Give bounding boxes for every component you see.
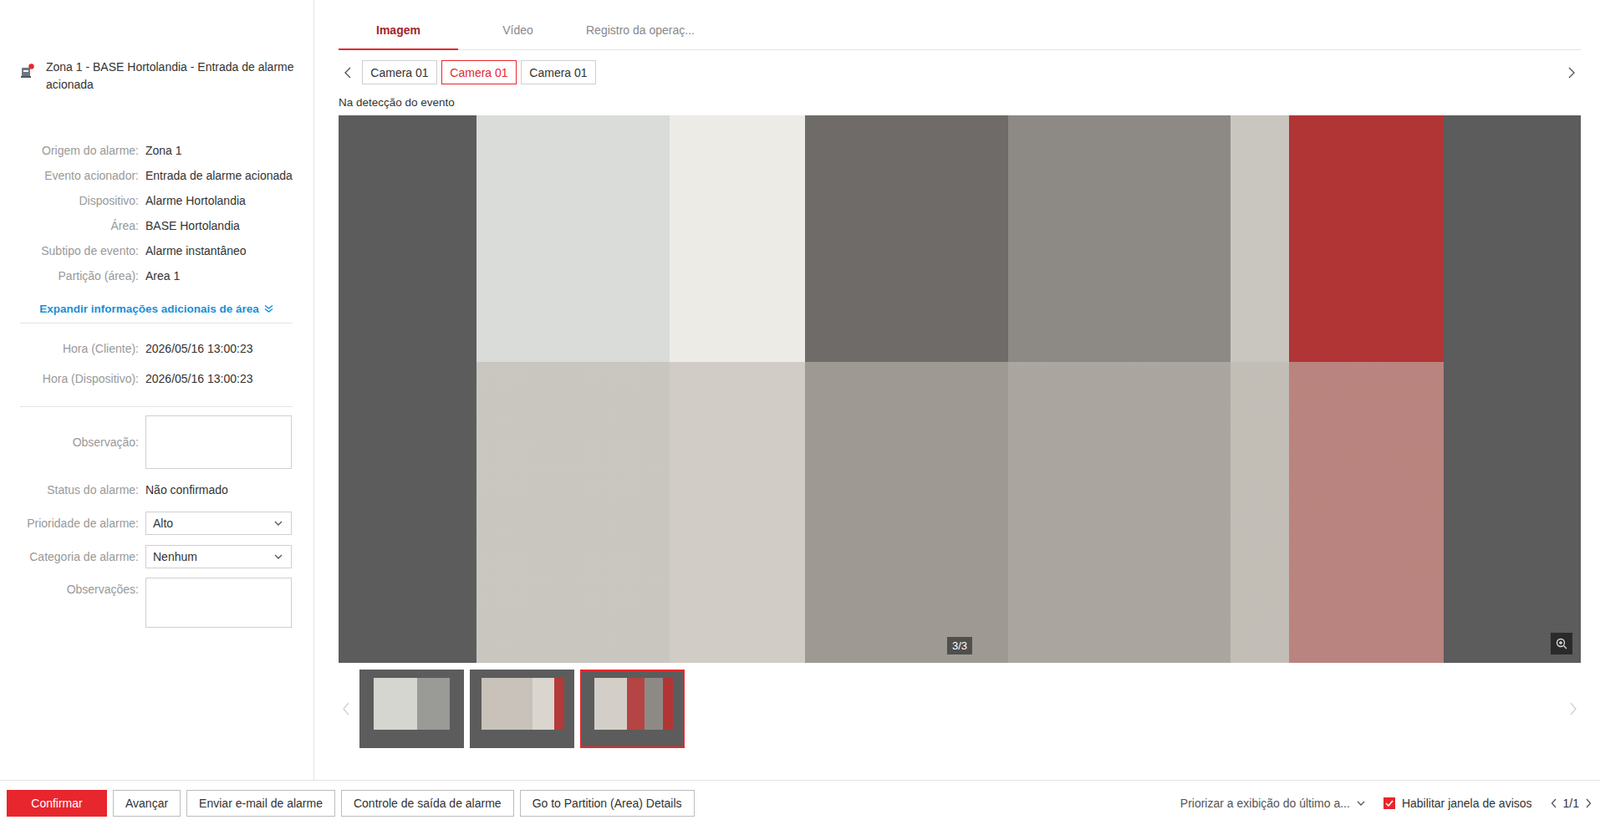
tab-bar: ImagemVídeoRegistro da operaç... — [338, 0, 1581, 51]
chevron-left-icon[interactable] — [341, 702, 351, 716]
field-label: Área: — [0, 219, 139, 233]
thumbnail[interactable] — [580, 669, 685, 749]
status-value: Não confirmado — [145, 483, 229, 497]
display-options: Priorizar a exibição do último a... Habil… — [1180, 796, 1592, 811]
chevron-left-icon[interactable] — [343, 66, 352, 79]
time-row: Hora (Cliente): 2026/05/16 13:00:23 — [0, 333, 314, 364]
field-row: Dispositivo: Alarme Hortolandia — [0, 188, 314, 214]
camera-chip[interactable]: Camera 01 — [361, 60, 438, 85]
alarm-window: Zona 1 - BASE Hortolandia - Entrada de a… — [0, 0, 1600, 825]
time-label: Hora (Cliente): — [0, 341, 139, 356]
status-label: Status do alarme: — [0, 483, 139, 497]
field-label: Subtipo de evento: — [0, 244, 139, 258]
alarm-icon — [20, 63, 35, 79]
field-row: Subtipo de evento: Alarme instantâneo — [0, 238, 314, 264]
field-value: Alarme instantâneo — [145, 244, 247, 258]
field-value: Area 1 — [145, 269, 180, 283]
image-viewer: 3/3 — [338, 115, 1581, 663]
time-row: Hora (Dispositivo): 2026/05/16 13:00:23 — [0, 363, 314, 394]
time-fields: Hora (Cliente):2026/05/16 13:00:23Hora (… — [0, 323, 314, 403]
action-buttons: ConfirmarAvançarEnviar e-mail de alarmeC… — [6, 789, 695, 817]
check-icon — [1385, 800, 1394, 807]
zoom-button[interactable] — [1550, 632, 1573, 655]
field-row: Partição (área): Area 1 — [0, 263, 314, 289]
time-value: 2026/05/16 13:00:23 — [145, 371, 253, 386]
field-value: Alarme Hortolandia — [145, 193, 246, 208]
alarm-details-panel: Zona 1 - BASE Hortolandia - Entrada de a… — [0, 0, 315, 780]
field-label: Dispositivo: — [0, 193, 139, 208]
camera-bar: Camera 01Camera 01Camera 01 — [338, 60, 1581, 85]
thumbnail-list — [359, 669, 1570, 749]
chevron-down-icon — [274, 554, 283, 560]
alarm-fields: Origem do alarme: Zona 1 Evento acionador:… — [0, 137, 314, 289]
priority-row: Prioridade de alarme: Alto — [0, 510, 314, 536]
action-button[interactable]: Go to Partition (Area) Details — [519, 789, 695, 817]
remarks-label: Observações: — [0, 577, 139, 597]
double-chevron-icon — [264, 304, 274, 314]
alarm-header: Zona 1 - BASE Hortolandia - Entrada de a… — [0, 58, 314, 94]
status-row: Status do alarme: Não confirmado — [0, 477, 314, 503]
chevron-left-icon[interactable] — [1550, 798, 1558, 809]
chevron-right-icon[interactable] — [1569, 702, 1578, 716]
pager: 1/1 — [1550, 796, 1592, 811]
field-label: Origem do alarme: — [0, 143, 139, 158]
action-button[interactable]: Confirmar — [6, 789, 108, 817]
thumbnail[interactable] — [359, 669, 464, 749]
action-button[interactable]: Avançar — [112, 789, 181, 817]
tab[interactable]: Registro da operaç... — [577, 23, 704, 51]
observation-input[interactable] — [145, 415, 292, 469]
field-row: Origem do alarme: Zona 1 — [0, 137, 314, 164]
image-counter: 3/3 — [947, 636, 973, 655]
divider — [20, 406, 293, 408]
thumbnail[interactable] — [469, 669, 575, 749]
category-label: Categoria de alarme: — [0, 550, 139, 564]
alarm-title: Zona 1 - BASE Hortolandia - Entrada de a… — [45, 58, 297, 94]
camera-chip[interactable]: Camera 01 — [520, 60, 597, 85]
tab[interactable]: Imagem — [338, 23, 459, 51]
camera-list: Camera 01Camera 01Camera 01 — [361, 60, 1568, 85]
chevron-down-icon — [1356, 800, 1366, 806]
field-label: Partição (área): — [0, 269, 139, 283]
chevron-right-icon[interactable] — [1567, 66, 1576, 79]
field-label: Evento acionador: — [0, 168, 139, 183]
expand-link[interactable]: Expandir informações adicionais de área — [20, 298, 293, 319]
event-snapshot — [476, 115, 1444, 663]
chevron-right-icon[interactable] — [1584, 798, 1592, 809]
zoom-in-icon — [1555, 637, 1568, 650]
time-value: 2026/05/16 13:00:23 — [145, 341, 253, 356]
thumbnail-image — [471, 677, 573, 730]
priority-label: Prioridade de alarme: — [0, 516, 139, 530]
popup-toggle-label: Habilitar janela de avisos — [1401, 796, 1533, 811]
main-area: Zona 1 - BASE Hortolandia - Entrada de a… — [0, 0, 1600, 780]
action-button[interactable]: Controle de saída de alarme — [341, 789, 515, 817]
field-value: Zona 1 — [145, 143, 183, 158]
field-row: Área: BASE Hortolandia — [0, 213, 314, 239]
category-row: Categoria de alarme: Nenhum — [0, 544, 314, 570]
action-button[interactable]: Enviar e-mail de alarme — [186, 789, 336, 817]
thumbnail-strip — [338, 669, 1581, 749]
media-panel: ImagemVídeoRegistro da operaç... Camera 0… — [314, 0, 1600, 780]
page-indicator: 1/1 — [1563, 796, 1580, 811]
thumbnail-image — [361, 677, 463, 730]
chevron-down-icon — [274, 520, 283, 526]
field-value: Entrada de alarme acionada — [145, 168, 293, 183]
time-label: Hora (Dispositivo): — [0, 371, 139, 386]
thumbnail-image — [581, 677, 683, 730]
popup-toggle[interactable]: Habilitar janela de avisos — [1383, 796, 1533, 811]
action-bar: ConfirmarAvançarEnviar e-mail de alarmeC… — [0, 779, 1600, 825]
checkbox[interactable] — [1383, 797, 1396, 810]
capture-caption: Na detecção do evento — [338, 96, 1581, 109]
priority-select[interactable]: Alto — [145, 511, 292, 536]
remarks-input[interactable] — [145, 577, 292, 628]
tab[interactable]: Vídeo — [458, 23, 578, 51]
divider — [20, 322, 293, 324]
field-row: Evento acionador: Entrada de alarme acion… — [0, 163, 314, 189]
observation-row: Observação: — [0, 415, 314, 469]
field-value: BASE Hortolandia — [145, 219, 240, 233]
remarks-row: Observações: — [0, 577, 314, 628]
display-priority-select[interactable]: Priorizar a exibição do último a... — [1180, 796, 1366, 811]
category-select[interactable]: Nenhum — [145, 545, 292, 569]
observation-label: Observação: — [0, 435, 139, 449]
camera-chip[interactable]: Camera 01 — [441, 60, 517, 85]
